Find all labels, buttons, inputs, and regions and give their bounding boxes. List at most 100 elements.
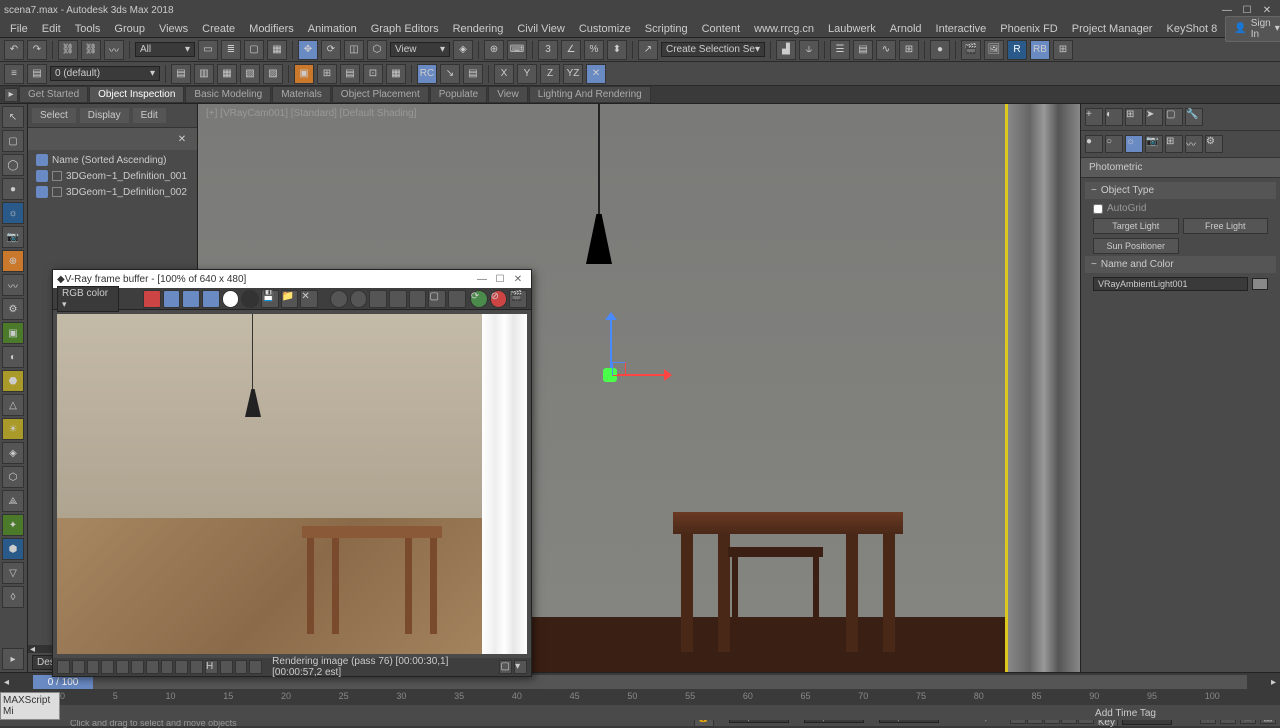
vfb-sb7[interactable] xyxy=(146,660,159,674)
vfb-sb6[interactable] xyxy=(131,660,144,674)
lt-cursor[interactable]: ↖ xyxy=(2,106,24,128)
undo-button[interactable]: ↶ xyxy=(4,40,24,60)
vfb-sb13[interactable] xyxy=(235,660,248,674)
section-namecolor[interactable]: Name and Color xyxy=(1085,256,1276,273)
visibility-icon[interactable] xyxy=(36,154,48,166)
menu-animation[interactable]: Animation xyxy=(302,23,363,35)
vfb-g-button[interactable] xyxy=(182,290,200,308)
vfb-sb2[interactable] xyxy=(72,660,85,674)
vfb-b5[interactable] xyxy=(409,290,427,308)
vfb-close-icon[interactable]: ✕ xyxy=(509,274,527,285)
lt-b6[interactable]: ◈ xyxy=(2,442,24,464)
vfb-sb8[interactable] xyxy=(161,660,174,674)
ateribbon-basicmodeling[interactable]: Basic Modeling xyxy=(185,86,271,103)
vfb-render-output[interactable] xyxy=(57,314,527,654)
utilities-tab-icon[interactable]: 🔧 xyxy=(1185,108,1203,126)
snap-button[interactable]: 3 xyxy=(538,40,558,60)
lb10[interactable]: ▦ xyxy=(386,64,406,84)
percent-snap-button[interactable]: % xyxy=(584,40,604,60)
vfb-b6[interactable] xyxy=(448,290,466,308)
vfb-save-button[interactable]: 💾 xyxy=(261,290,279,308)
vfb-b1[interactable] xyxy=(330,290,348,308)
menu-keyshot[interactable]: KeyShot 8 xyxy=(1160,23,1223,35)
vfb-sb11[interactable]: H xyxy=(205,660,218,674)
vfb-region-button[interactable]: ▢ xyxy=(428,290,446,308)
lt-point[interactable]: ● xyxy=(2,178,24,200)
menu-laubwerk[interactable]: Laubwerk xyxy=(822,23,882,35)
ribbon-populate[interactable]: Populate xyxy=(430,86,487,103)
menu-scripting[interactable]: Scripting xyxy=(639,23,694,35)
scene-tab-select[interactable]: Select xyxy=(32,108,76,123)
vray-frame-buffer-window[interactable]: ◆ V-Ray frame buffer - [100% of 640 x 48… xyxy=(52,269,532,677)
addtime-button[interactable]: Add Time Tag xyxy=(1095,708,1156,719)
select-region-button[interactable]: ▢ xyxy=(244,40,264,60)
vfb-expand2[interactable]: ▾ xyxy=(514,660,527,674)
list-button[interactable]: ▤ xyxy=(463,64,483,84)
select-name-button[interactable]: ≣ xyxy=(221,40,241,60)
menu-projectmgr[interactable]: Project Manager xyxy=(1066,23,1159,35)
vfb-expand1[interactable]: ▢ xyxy=(499,660,512,674)
lb3[interactable]: ▦ xyxy=(217,64,237,84)
axis-other-button[interactable]: ✕ xyxy=(586,64,606,84)
cameras-icon[interactable]: 📷 xyxy=(1145,135,1163,153)
move-button[interactable]: ✥ xyxy=(298,40,318,60)
menu-rrcg[interactable]: www.rrcg.cn xyxy=(748,23,820,35)
scene-item[interactable]: 3DGeom~1_Definition_001 xyxy=(30,168,195,184)
unlink-button[interactable]: ⛓ xyxy=(81,40,101,60)
vfb-folder-button[interactable]: 📁 xyxy=(281,290,299,308)
visibility-icon[interactable] xyxy=(36,186,48,198)
create-tab-icon[interactable]: + xyxy=(1085,108,1103,126)
scene-tab-edit[interactable]: Edit xyxy=(133,108,166,123)
window-crossing-button[interactable]: ▦ xyxy=(267,40,287,60)
menu-grapheditors[interactable]: Graph Editors xyxy=(365,23,445,35)
menu-create[interactable]: Create xyxy=(196,23,241,35)
lt-space[interactable]: 〰 xyxy=(2,274,24,296)
vfb-clear-button[interactable]: ✕ xyxy=(300,290,318,308)
vfb-sb1[interactable] xyxy=(57,660,70,674)
measure-button[interactable]: ↘ xyxy=(440,64,460,84)
refcoord-dropdown[interactable]: View▾ xyxy=(390,42,450,57)
lt-b10[interactable]: ⬢ xyxy=(2,538,24,560)
lt-box[interactable]: ▢ xyxy=(2,130,24,152)
lt-cam[interactable]: 📷 xyxy=(2,226,24,248)
lb4[interactable]: ▧ xyxy=(240,64,260,84)
ribbon-objectplacement[interactable]: Object Placement xyxy=(332,86,429,103)
maxscript-listener[interactable]: MAXScript Mi xyxy=(0,692,60,720)
lb7[interactable]: ⊞ xyxy=(317,64,337,84)
layer-dropdown[interactable]: 0 (default)▾ xyxy=(50,66,160,81)
menu-rendering[interactable]: Rendering xyxy=(447,23,510,35)
axis-x-button[interactable]: X xyxy=(494,64,514,84)
ribbon-lighting[interactable]: Lighting And Rendering xyxy=(529,86,651,103)
select-button[interactable]: ▭ xyxy=(198,40,218,60)
render-frame-button[interactable]: 🖼 xyxy=(984,40,1004,60)
vfb-b-button[interactable] xyxy=(202,290,220,308)
gizmo-plane[interactable] xyxy=(612,362,626,376)
ribbon-objectinspection[interactable]: Object Inspection xyxy=(89,86,184,103)
scene-item[interactable]: 3DGeom~1_Definition_002 xyxy=(30,184,195,200)
tab-close-icon[interactable]: ✕ xyxy=(175,132,189,146)
ribbon-view[interactable]: View xyxy=(488,86,528,103)
section-objecttype[interactable]: Object Type xyxy=(1085,182,1276,199)
menu-views[interactable]: Views xyxy=(153,23,194,35)
rotate-button[interactable]: ⟳ xyxy=(321,40,341,60)
timeline-marker[interactable]: 0 / 100 xyxy=(33,675,93,689)
menu-group[interactable]: Group xyxy=(108,23,151,35)
toggle-ribbon-button[interactable]: ▤ xyxy=(853,40,873,60)
material-editor-button[interactable]: ● xyxy=(930,40,950,60)
lt-b7[interactable]: ⬡ xyxy=(2,466,24,488)
sunpositioner-button[interactable]: Sun Positioner xyxy=(1093,238,1179,254)
color-swatch[interactable] xyxy=(1252,278,1268,290)
display-tab-icon[interactable]: ▢ xyxy=(1165,108,1183,126)
pivot-button[interactable]: ◈ xyxy=(453,40,473,60)
menu-phoenixfd[interactable]: Phoenix FD xyxy=(994,23,1063,35)
lt-b2[interactable]: ◐ xyxy=(2,346,24,368)
lt-b4[interactable]: △ xyxy=(2,394,24,416)
visibility-icon[interactable] xyxy=(36,170,48,182)
spacewarps-icon[interactable]: 〰 xyxy=(1185,135,1203,153)
schematic-button[interactable]: ⊞ xyxy=(899,40,919,60)
menu-arnold[interactable]: Arnold xyxy=(884,23,928,35)
vfb-maximize-icon[interactable]: ☐ xyxy=(491,274,509,285)
menu-customize[interactable]: Customize xyxy=(573,23,637,35)
menu-modifiers[interactable]: Modifiers xyxy=(243,23,300,35)
vfb-sb5[interactable] xyxy=(116,660,129,674)
